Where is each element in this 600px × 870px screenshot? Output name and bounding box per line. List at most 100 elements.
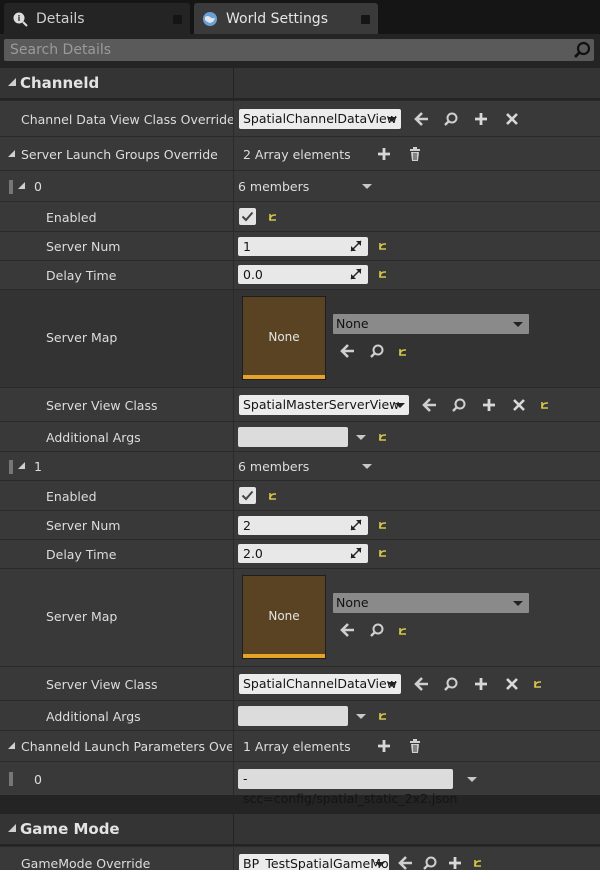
chevron-down-icon [375,862,385,867]
field-value: -scc=config/spatial_static_2x2.json [243,771,458,806]
reset-to-default-icon[interactable] [378,548,388,558]
tab-bar: i Details World Settings [0,0,600,34]
search-icon[interactable] [573,41,591,59]
delay-time-field[interactable]: 2.0 [238,544,368,563]
browse-magnifier-icon[interactable] [451,397,467,413]
property-row-launch-parameters: Channeld Launch Parameters Override 1 Ar… [0,730,600,761]
collapse-arrow-icon[interactable] [18,462,26,470]
reset-to-default-icon[interactable] [378,520,388,530]
reset-to-default-icon[interactable] [398,626,408,636]
add-element-icon[interactable] [376,738,392,754]
property-label: Enabled [46,489,97,504]
browse-magnifier-icon[interactable] [369,622,385,638]
spin-drag-icon[interactable] [350,519,362,531]
map-asset-dropdown[interactable]: None [333,314,529,334]
add-element-icon[interactable] [376,146,392,162]
reset-to-default-icon[interactable] [378,269,388,279]
class-picker-dropdown[interactable]: SpatialMasterServerView [239,395,409,415]
additional-args-input[interactable] [238,706,348,726]
class-picker-dropdown[interactable]: BP_TestSpatialGameMode [239,854,389,870]
column-separator [233,701,234,730]
browse-magnifier-icon[interactable] [422,855,438,870]
map-asset-dropdown[interactable]: None [333,593,529,613]
use-selected-arrow-icon[interactable] [339,343,355,359]
reset-to-default-icon[interactable] [378,241,388,251]
details-panel: Search Details Channeld Channel Data Vie… [0,34,600,870]
property-row-additional-args: Additional Args [0,421,600,451]
checkmark-icon [241,211,254,221]
spin-drag-icon[interactable] [350,547,362,559]
chevron-down-icon[interactable] [356,714,366,719]
class-picker-dropdown[interactable]: SpatialChannelDataView [239,109,401,129]
reset-to-default-icon[interactable] [268,491,278,501]
array-count: 2 Array elements [243,147,351,162]
browse-magnifier-icon[interactable] [369,343,385,359]
property-row-server-view-class: Server View Class SpatialMasterServerVie… [0,387,600,421]
use-selected-arrow-icon[interactable] [421,397,437,413]
tab-close-icon[interactable] [173,15,182,24]
reset-to-default-icon[interactable] [398,347,408,357]
use-selected-arrow-icon[interactable] [413,676,429,692]
additional-args-input[interactable] [238,427,348,447]
server-num-field[interactable]: 1 [238,237,368,256]
tab-details[interactable]: i Details [4,3,190,34]
clear-x-icon[interactable] [504,676,520,692]
class-picker-dropdown[interactable]: SpatialChannelDataView [239,674,401,694]
column-separator [233,68,234,98]
reset-to-default-icon[interactable] [533,679,543,689]
collapse-arrow-icon[interactable] [18,182,26,190]
drag-handle-icon[interactable] [9,460,13,474]
chevron-down-icon[interactable] [362,464,372,469]
collapse-arrow-icon[interactable] [8,742,16,750]
tab-world-settings[interactable]: World Settings [194,3,378,34]
array-element-row-launch-param: 0 -scc=config/spatial_static_2x2.json [0,761,600,806]
search-input[interactable]: Search Details [4,39,594,61]
server-num-field[interactable]: 2 [238,516,368,535]
use-selected-arrow-icon[interactable] [397,855,413,870]
reset-to-default-icon[interactable] [378,432,388,442]
reset-to-default-icon[interactable] [540,400,550,410]
use-selected-arrow-icon[interactable] [413,111,429,127]
asset-thumbnail[interactable]: None [242,575,326,659]
trash-icon[interactable] [407,146,423,162]
category-channeld[interactable]: Channeld [0,68,600,98]
reset-to-default-icon[interactable] [378,711,388,721]
browse-magnifier-icon[interactable] [443,676,459,692]
collapse-arrow-icon[interactable] [7,77,17,87]
enabled-checkbox[interactable] [239,208,256,225]
spin-drag-icon[interactable] [350,240,362,252]
column-separator [233,101,234,136]
add-plus-icon[interactable] [473,676,489,692]
add-plus-icon[interactable] [447,855,463,870]
spin-drag-icon[interactable] [350,268,362,280]
add-plus-icon[interactable] [473,111,489,127]
property-row-enabled: Enabled [0,201,600,231]
clear-x-icon[interactable] [504,111,520,127]
reset-to-default-icon[interactable] [473,858,483,868]
reset-to-default-icon[interactable] [268,212,278,222]
chevron-down-icon[interactable] [467,777,477,782]
field-value: 2.0 [243,546,263,561]
chevron-down-icon[interactable] [356,435,366,440]
property-row-server-map: Server Map None None [0,568,600,666]
column-separator [233,481,234,510]
launch-param-input[interactable]: -scc=config/spatial_static_2x2.json [238,769,457,806]
property-label: Additional Args [46,430,141,445]
browse-magnifier-icon[interactable] [443,111,459,127]
enabled-checkbox[interactable] [239,487,256,504]
clear-x-icon[interactable] [511,397,527,413]
drag-handle-icon[interactable] [9,180,13,194]
category-game-mode[interactable]: Game Mode [0,814,600,844]
drag-handle-icon[interactable] [9,772,13,786]
chevron-down-icon[interactable] [362,184,372,189]
delay-time-field[interactable]: 0.0 [238,265,368,284]
property-label: Server Launch Groups Override [21,147,218,162]
globe-icon [203,11,217,26]
asset-thumbnail[interactable]: None [242,296,326,380]
use-selected-arrow-icon[interactable] [339,622,355,638]
tab-close-icon[interactable] [361,15,370,24]
collapse-arrow-icon[interactable] [7,823,17,833]
collapse-arrow-icon[interactable] [8,150,16,158]
add-plus-icon[interactable] [481,397,497,413]
trash-icon[interactable] [407,738,423,754]
